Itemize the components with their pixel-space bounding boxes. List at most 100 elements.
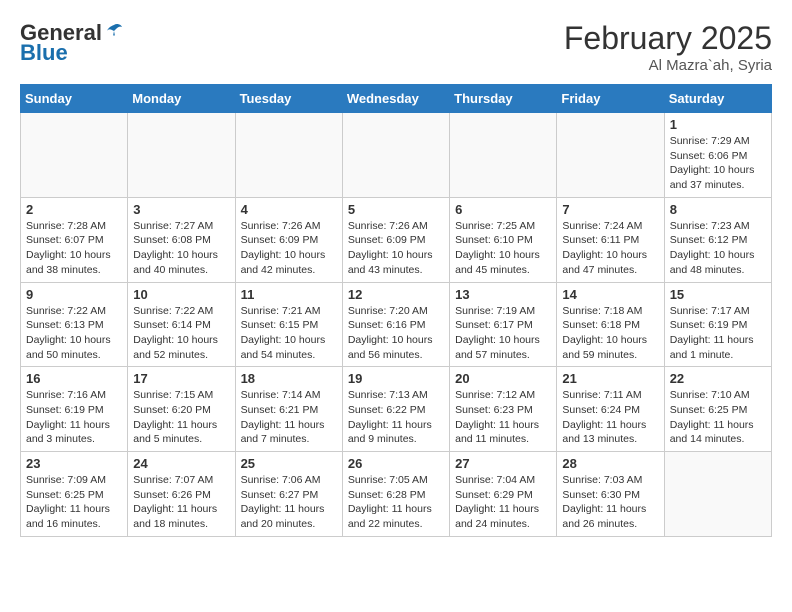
day-cell [664,452,771,537]
weekday-header-thursday: Thursday [450,85,557,113]
day-number: 7 [562,202,658,217]
day-info: Sunrise: 7:17 AM Sunset: 6:19 PM Dayligh… [670,304,766,363]
weekday-header-friday: Friday [557,85,664,113]
day-cell [128,113,235,198]
day-number: 2 [26,202,122,217]
day-info: Sunrise: 7:06 AM Sunset: 6:27 PM Dayligh… [241,473,337,532]
week-row-2: 2 Sunrise: 7:28 AM Sunset: 6:07 PM Daylig… [21,197,772,282]
day-number: 25 [241,456,337,471]
day-info: Sunrise: 7:28 AM Sunset: 6:07 PM Dayligh… [26,219,122,278]
logo-blue-text: Blue [20,40,68,66]
day-number: 5 [348,202,444,217]
day-number: 9 [26,287,122,302]
weekday-header-sunday: Sunday [21,85,128,113]
day-cell: 26 Sunrise: 7:05 AM Sunset: 6:28 PM Dayli… [342,452,449,537]
day-number: 15 [670,287,766,302]
day-cell: 11Sunrise: 7:21 AM Sunset: 6:15 PM Dayli… [235,282,342,367]
day-number: 27 [455,456,551,471]
day-cell: 23 Sunrise: 7:09 AM Sunset: 6:25 PM Dayli… [21,452,128,537]
week-row-1: 1Sunrise: 7:29 AM Sunset: 6:06 PM Daylig… [21,113,772,198]
day-info: Sunrise: 7:29 AM Sunset: 6:06 PM Dayligh… [670,134,766,193]
day-number: 22 [670,371,766,386]
day-cell: 4 Sunrise: 7:26 AM Sunset: 6:09 PM Daylig… [235,197,342,282]
day-cell: 3 Sunrise: 7:27 AM Sunset: 6:08 PM Daylig… [128,197,235,282]
weekday-header-row: SundayMondayTuesdayWednesdayThursdayFrid… [21,85,772,113]
day-cell: 10 Sunrise: 7:22 AM Sunset: 6:14 PM Dayli… [128,282,235,367]
day-info: Sunrise: 7:26 AM Sunset: 6:09 PM Dayligh… [348,219,444,278]
day-cell: 28 Sunrise: 7:03 AM Sunset: 6:30 PM Dayli… [557,452,664,537]
title-block: February 2025 Al Mazra`ah, Syria [564,20,772,74]
month-title: February 2025 [564,20,772,57]
day-number: 17 [133,371,229,386]
day-info: Sunrise: 7:25 AM Sunset: 6:10 PM Dayligh… [455,219,551,278]
day-number: 16 [26,371,122,386]
day-cell: 16 Sunrise: 7:16 AM Sunset: 6:19 PM Dayli… [21,367,128,452]
weekday-header-wednesday: Wednesday [342,85,449,113]
day-info: Sunrise: 7:05 AM Sunset: 6:28 PM Dayligh… [348,473,444,532]
day-cell [557,113,664,198]
weekday-header-saturday: Saturday [664,85,771,113]
day-cell [21,113,128,198]
day-cell: 1Sunrise: 7:29 AM Sunset: 6:06 PM Daylig… [664,113,771,198]
day-number: 10 [133,287,229,302]
day-number: 23 [26,456,122,471]
day-number: 24 [133,456,229,471]
day-info: Sunrise: 7:22 AM Sunset: 6:13 PM Dayligh… [26,304,122,363]
day-info: Sunrise: 7:14 AM Sunset: 6:21 PM Dayligh… [241,388,337,447]
day-cell: 8 Sunrise: 7:23 AM Sunset: 6:12 PM Daylig… [664,197,771,282]
day-cell: 5 Sunrise: 7:26 AM Sunset: 6:09 PM Daylig… [342,197,449,282]
day-cell: 9 Sunrise: 7:22 AM Sunset: 6:13 PM Daylig… [21,282,128,367]
day-cell: 15 Sunrise: 7:17 AM Sunset: 6:19 PM Dayli… [664,282,771,367]
day-info: Sunrise: 7:15 AM Sunset: 6:20 PM Dayligh… [133,388,229,447]
day-number: 28 [562,456,658,471]
day-cell: 24 Sunrise: 7:07 AM Sunset: 6:26 PM Dayli… [128,452,235,537]
day-number: 12 [348,287,444,302]
week-row-3: 9 Sunrise: 7:22 AM Sunset: 6:13 PM Daylig… [21,282,772,367]
day-number: 14 [562,287,658,302]
day-cell: 25 Sunrise: 7:06 AM Sunset: 6:27 PM Dayli… [235,452,342,537]
day-number: 4 [241,202,337,217]
day-info: Sunrise: 7:18 AM Sunset: 6:18 PM Dayligh… [562,304,658,363]
day-number: 8 [670,202,766,217]
day-info: Sunrise: 7:20 AM Sunset: 6:16 PM Dayligh… [348,304,444,363]
day-info: Sunrise: 7:16 AM Sunset: 6:19 PM Dayligh… [26,388,122,447]
weekday-header-monday: Monday [128,85,235,113]
day-info: Sunrise: 7:11 AM Sunset: 6:24 PM Dayligh… [562,388,658,447]
day-info: Sunrise: 7:23 AM Sunset: 6:12 PM Dayligh… [670,219,766,278]
day-info: Sunrise: 7:12 AM Sunset: 6:23 PM Dayligh… [455,388,551,447]
day-number: 19 [348,371,444,386]
day-info: Sunrise: 7:13 AM Sunset: 6:22 PM Dayligh… [348,388,444,447]
day-cell: 13 Sunrise: 7:19 AM Sunset: 6:17 PM Dayli… [450,282,557,367]
calendar-table: SundayMondayTuesdayWednesdayThursdayFrid… [20,84,772,537]
day-number: 13 [455,287,551,302]
day-cell: 20 Sunrise: 7:12 AM Sunset: 6:23 PM Dayli… [450,367,557,452]
week-row-4: 16 Sunrise: 7:16 AM Sunset: 6:19 PM Dayli… [21,367,772,452]
day-info: Sunrise: 7:26 AM Sunset: 6:09 PM Dayligh… [241,219,337,278]
day-info: Sunrise: 7:07 AM Sunset: 6:26 PM Dayligh… [133,473,229,532]
day-cell: 18Sunrise: 7:14 AM Sunset: 6:21 PM Dayli… [235,367,342,452]
day-cell: 2 Sunrise: 7:28 AM Sunset: 6:07 PM Daylig… [21,197,128,282]
day-info: Sunrise: 7:03 AM Sunset: 6:30 PM Dayligh… [562,473,658,532]
day-cell: 12 Sunrise: 7:20 AM Sunset: 6:16 PM Dayli… [342,282,449,367]
day-info: Sunrise: 7:04 AM Sunset: 6:29 PM Dayligh… [455,473,551,532]
day-info: Sunrise: 7:22 AM Sunset: 6:14 PM Dayligh… [133,304,229,363]
day-cell [450,113,557,198]
day-number: 21 [562,371,658,386]
day-info: Sunrise: 7:21 AM Sunset: 6:15 PM Dayligh… [241,304,337,363]
day-number: 20 [455,371,551,386]
logo-bird-icon [104,21,124,46]
day-cell: 6 Sunrise: 7:25 AM Sunset: 6:10 PM Daylig… [450,197,557,282]
day-info: Sunrise: 7:27 AM Sunset: 6:08 PM Dayligh… [133,219,229,278]
day-number: 26 [348,456,444,471]
day-number: 3 [133,202,229,217]
day-cell [235,113,342,198]
day-info: Sunrise: 7:09 AM Sunset: 6:25 PM Dayligh… [26,473,122,532]
page-header: General Blue February 2025 Al Mazra`ah, … [20,20,772,74]
day-info: Sunrise: 7:24 AM Sunset: 6:11 PM Dayligh… [562,219,658,278]
day-cell [342,113,449,198]
day-cell: 22 Sunrise: 7:10 AM Sunset: 6:25 PM Dayli… [664,367,771,452]
day-number: 6 [455,202,551,217]
day-info: Sunrise: 7:19 AM Sunset: 6:17 PM Dayligh… [455,304,551,363]
day-info: Sunrise: 7:10 AM Sunset: 6:25 PM Dayligh… [670,388,766,447]
day-cell: 17 Sunrise: 7:15 AM Sunset: 6:20 PM Dayli… [128,367,235,452]
